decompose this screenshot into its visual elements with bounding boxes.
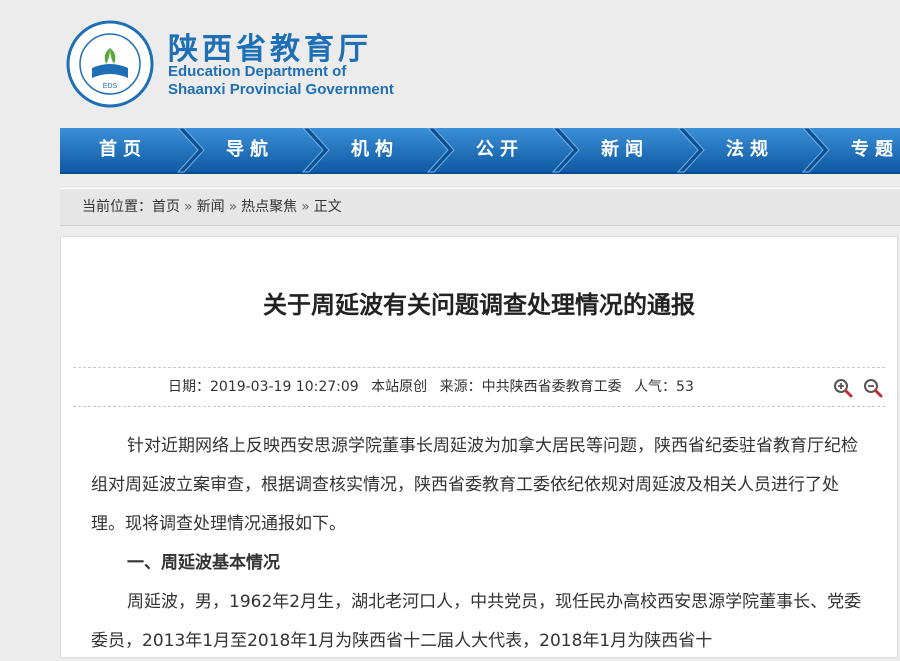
site-title-en-line2: Shaanxi Provincial Government: [168, 81, 394, 98]
article-meta-info: 日期：2019-03-19 10:27:09 本站原创 来源：中共陕西省委教育工…: [168, 368, 702, 406]
logo-abbrev: EDS: [103, 83, 118, 90]
article-meta: 日期：2019-03-19 10:27:09 本站原创 来源：中共陕西省委教育工…: [73, 367, 885, 407]
article-section-heading: 一、周延波基本情况: [127, 553, 280, 573]
department-logo[interactable]: EDS: [66, 20, 154, 108]
nav-item-organization[interactable]: 机构: [320, 128, 430, 172]
article-paragraph: 周延波，男，1962年2月生，湖北老河口人，中共党员，现任民办高校西安思源学院董…: [91, 592, 862, 651]
site-title-en: Education Department of Shaanxi Provinci…: [168, 63, 394, 99]
site-header: EDS 陕西省教育厅 Education Department of Shaan…: [0, 0, 900, 128]
breadcrumb-separator: »: [184, 199, 193, 215]
nav-item-home[interactable]: 首页: [68, 128, 178, 172]
breadcrumb-hot-topics[interactable]: 热点聚焦: [241, 199, 297, 215]
article-source: 来源：中共陕西省委教育工委: [439, 379, 622, 395]
nav-item-public[interactable]: 公开: [445, 128, 555, 172]
article-date: 日期：2019-03-19 10:27:09: [168, 379, 359, 395]
nav-item-regulations[interactable]: 法规: [695, 128, 805, 172]
site-title-cn: 陕西省教育厅: [168, 32, 372, 67]
article-origin: 本站原创: [371, 379, 428, 395]
article-popularity: 人气：53: [634, 379, 694, 395]
site-title-en-line1: Education Department of: [168, 63, 347, 80]
breadcrumb-current: 正文: [313, 199, 342, 215]
breadcrumb-home[interactable]: 首页: [152, 199, 180, 215]
breadcrumb-separator: »: [228, 199, 238, 215]
breadcrumb-news[interactable]: 新闻: [197, 199, 225, 215]
article-paragraph: 针对近期网络上反映西安思源学院董事长周延波为加拿大居民等问题，陕西省纪委驻省教育…: [91, 436, 858, 534]
zoom-in-icon[interactable]: [833, 378, 853, 398]
article-body: 针对近期网络上反映西安思源学院董事长周延波为加拿大居民等问题，陕西省纪委驻省教育…: [91, 427, 871, 661]
nav-item-topics[interactable]: 专题: [820, 128, 900, 172]
breadcrumb-label: 当前位置：: [82, 199, 152, 215]
breadcrumb-separator: »: [301, 199, 310, 215]
article-container: 关于周延波有关问题调查处理情况的通报 日期：2019-03-19 10:27:0…: [60, 236, 898, 658]
breadcrumb: 当前位置：首页» 新闻» 热点聚焦» 正文: [60, 188, 900, 226]
zoom-out-icon[interactable]: [863, 378, 883, 398]
nav-item-news[interactable]: 新闻: [570, 128, 680, 172]
nav-item-guide[interactable]: 导航: [195, 128, 305, 172]
main-nav: 首页 导航 机构 公开 新闻 法规 专题: [60, 128, 900, 174]
article-title: 关于周延波有关问题调查处理情况的通报: [263, 291, 695, 319]
